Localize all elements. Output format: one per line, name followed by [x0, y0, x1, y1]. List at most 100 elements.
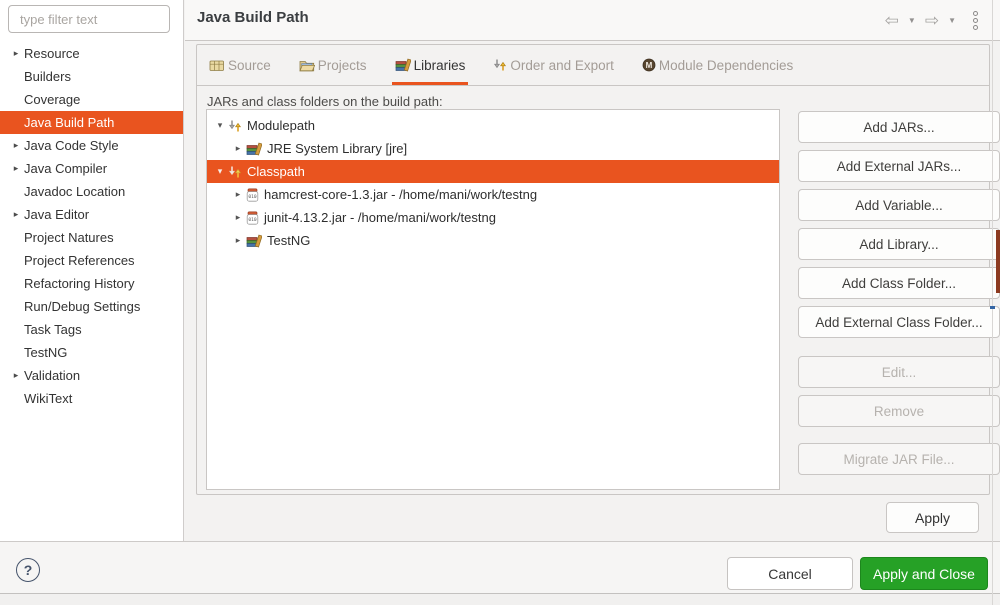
tab-libraries[interactable]: Libraries: [392, 45, 469, 85]
kebab-menu-icon[interactable]: [973, 11, 978, 30]
tab-label: Order and Export: [510, 58, 614, 73]
sidebar-item-label: Java Editor: [24, 207, 89, 222]
apply-and-close-button[interactable]: Apply and Close: [860, 557, 988, 590]
sidebar-item-label: Coverage: [24, 92, 80, 107]
add-library-button[interactable]: Add Library...: [798, 228, 1000, 260]
tree-item-hamcrest-core-1-3-jar[interactable]: ▸010hamcrest-core-1.3.jar - /home/mani/w…: [207, 183, 779, 206]
sidebar-item-validation[interactable]: ▸Validation: [0, 364, 183, 387]
expand-chevron-icon[interactable]: ▸: [8, 209, 24, 220]
sidebar-item-label: Project Natures: [24, 230, 114, 245]
module-icon: M: [642, 58, 656, 72]
sidebar-item-label: Run/Debug Settings: [24, 299, 140, 314]
sidebar-item-run-debug-settings[interactable]: Run/Debug Settings: [0, 295, 183, 318]
cancel-button[interactable]: Cancel: [727, 557, 853, 590]
sidebar-item-label: Project References: [24, 253, 135, 268]
help-icon[interactable]: ?: [16, 558, 40, 582]
modulepath-icon: [228, 119, 242, 133]
svg-text:010: 010: [248, 217, 257, 223]
tree-item-jre-system-library-jre[interactable]: ▸ JRE System Library [jre]: [207, 137, 779, 160]
sidebar-item-java-code-style[interactable]: ▸Java Code Style: [0, 134, 183, 157]
classpath-icon: [228, 165, 242, 179]
edit-button: Edit...: [798, 356, 1000, 388]
library-icon: [395, 58, 411, 72]
sidebar-item-label: Validation: [24, 368, 80, 383]
remove-button: Remove: [798, 395, 1000, 427]
expand-chevron-icon[interactable]: ▸: [231, 143, 245, 154]
tab-order-and-export[interactable]: Order and Export: [490, 45, 617, 85]
expand-chevron-icon[interactable]: ▾: [213, 166, 227, 177]
tree-caption: JARs and class folders on the build path…: [207, 94, 443, 109]
classpath-tree[interactable]: ▾Modulepath▸JRE System Library [jre]▾Cla…: [206, 109, 780, 490]
jar-icon: 010: [246, 211, 259, 225]
sidebar-item-label: Resource: [24, 46, 80, 61]
page-title: Java Build Path: [197, 9, 309, 26]
dialog-header: Java Build Path ⇦ ▼ ⇨ ▼: [185, 0, 1000, 41]
order-export-icon: [493, 58, 507, 72]
sidebar-item-wikitext[interactable]: WikiText: [0, 387, 183, 410]
sidebar-item-builders[interactable]: Builders: [0, 65, 183, 88]
expand-chevron-icon[interactable]: ▸: [231, 189, 245, 200]
forward-arrow-icon[interactable]: ⇨: [925, 12, 939, 29]
tab-label: Libraries: [414, 58, 466, 73]
tab-module-dependencies[interactable]: MModule Dependencies: [639, 45, 796, 85]
expand-chevron-icon[interactable]: ▸: [231, 212, 245, 223]
add-jars-button[interactable]: Add JARs...: [798, 111, 1000, 143]
add-class-folder-button[interactable]: Add Class Folder...: [798, 267, 1000, 299]
sidebar-item-coverage[interactable]: Coverage: [0, 88, 183, 111]
back-dropdown-icon[interactable]: ▼: [908, 15, 916, 25]
add-external-class-folder-button[interactable]: Add External Class Folder...: [798, 306, 1000, 338]
migrate-jar-file-button: Migrate JAR File...: [798, 443, 1000, 475]
tree-item-label: TestNG: [267, 233, 310, 248]
dialog-footer: ? Cancel Apply and Close: [0, 541, 1000, 593]
tree-item-junit-4-13-2-jar[interactable]: ▸010junit-4.13.2.jar - /home/mani/work/t…: [207, 206, 779, 229]
main-content: Source Projects Libraries Order and Export M…: [185, 41, 1000, 541]
tree-item-label: JRE System Library [jre]: [267, 141, 407, 156]
expand-chevron-icon[interactable]: ▸: [8, 140, 24, 151]
tab-projects[interactable]: Projects: [296, 45, 370, 85]
tree-item-classpath[interactable]: ▾Classpath: [207, 160, 779, 183]
forward-dropdown-icon[interactable]: ▼: [948, 15, 956, 25]
tree-item-label: hamcrest-core-1.3.jar - /home/mani/work/…: [264, 187, 537, 202]
tab-label: Projects: [318, 58, 367, 73]
sidebar-item-label: Javadoc Location: [24, 184, 125, 199]
sidebar-item-label: TestNG: [24, 345, 67, 360]
tree-item-label: Modulepath: [247, 118, 315, 133]
expand-chevron-icon[interactable]: ▾: [213, 120, 227, 131]
sidebar-item-refactoring-history[interactable]: Refactoring History: [0, 272, 183, 295]
sidebar-item-label: Task Tags: [24, 322, 82, 337]
preferences-sidebar: ▸ResourceBuildersCoverageJava Build Path…: [0, 0, 184, 541]
sidebar-item-resource[interactable]: ▸Resource: [0, 42, 183, 65]
sidebar-item-project-references[interactable]: Project References: [0, 249, 183, 272]
action-button-column: Add JARs... Add External JARs... Add Varia…: [798, 111, 1000, 482]
add-variable-button[interactable]: Add Variable...: [798, 189, 1000, 221]
filter-input[interactable]: [8, 5, 170, 33]
sidebar-item-java-editor[interactable]: ▸Java Editor: [0, 203, 183, 226]
sidebar-item-task-tags[interactable]: Task Tags: [0, 318, 183, 341]
apply-button[interactable]: Apply: [886, 502, 979, 533]
expand-chevron-icon[interactable]: ▸: [8, 48, 24, 59]
tab-label: Source: [228, 58, 271, 73]
tree-item-modulepath[interactable]: ▾ Modulepath: [207, 114, 779, 137]
sidebar-item-java-build-path[interactable]: Java Build Path: [0, 111, 183, 134]
sidebar-item-java-compiler[interactable]: ▸Java Compiler: [0, 157, 183, 180]
history-nav: ⇦ ▼ ⇨ ▼: [885, 0, 978, 40]
library-icon: [246, 234, 262, 248]
sidebar-item-label: WikiText: [24, 391, 72, 406]
tab-source[interactable]: Source: [206, 45, 274, 85]
expand-chevron-icon[interactable]: ▸: [8, 370, 24, 381]
sidebar-item-javadoc-location[interactable]: Javadoc Location: [0, 180, 183, 203]
folder-open-icon: [299, 59, 315, 72]
window-right-edge: [992, 0, 993, 605]
expand-chevron-icon[interactable]: ▸: [8, 163, 24, 174]
svg-text:M: M: [646, 61, 653, 70]
back-arrow-icon[interactable]: ⇦: [885, 12, 899, 29]
package-icon: [209, 59, 225, 72]
expand-chevron-icon[interactable]: ▸: [231, 235, 245, 246]
add-external-jars-button[interactable]: Add External JARs...: [798, 150, 1000, 182]
sidebar-item-label: Java Code Style: [24, 138, 119, 153]
sidebar-item-testng[interactable]: TestNG: [0, 341, 183, 364]
window-bottom-edge: [0, 593, 1000, 605]
build-path-groupbox: Source Projects Libraries Order and Export M…: [196, 44, 990, 495]
tree-item-testng[interactable]: ▸ TestNG: [207, 229, 779, 252]
sidebar-item-project-natures[interactable]: Project Natures: [0, 226, 183, 249]
